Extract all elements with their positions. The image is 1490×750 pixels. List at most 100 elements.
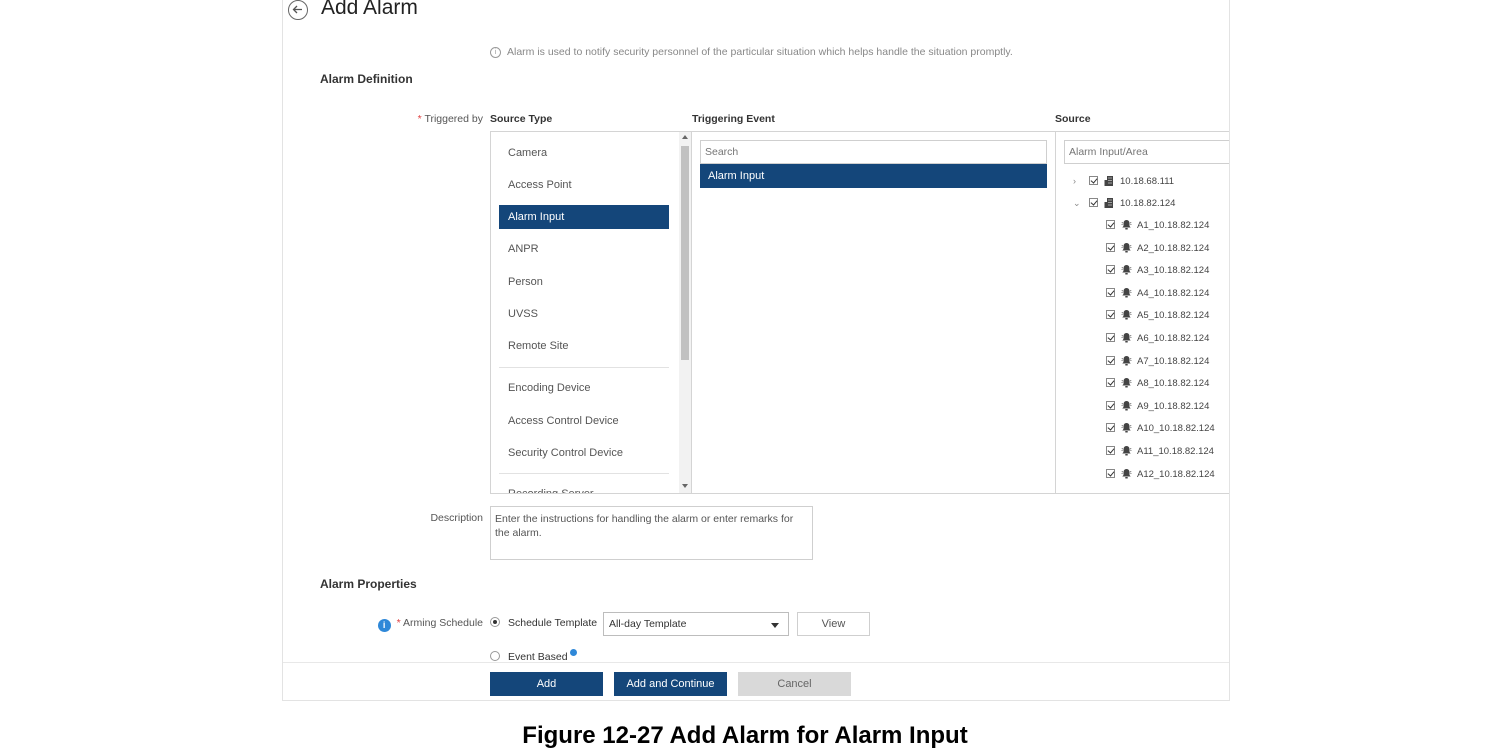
schedule-template-select[interactable]: All-day Template [603,612,789,636]
checkbox[interactable] [1106,400,1115,410]
checkbox[interactable] [1106,242,1115,252]
arming-schedule-label: i * Arming Schedule [283,617,483,632]
list-divider [499,473,669,474]
required-mark: * [417,113,422,125]
footer-bar: Add Add and Continue Cancel [283,662,1229,700]
tree-node-label: A9_10.18.82.124 [1137,400,1210,412]
tree-node-alarm-input[interactable]: A5_10.18.82.124 [1106,306,1209,326]
triggering-event-panel: Alarm Input [691,131,1056,494]
radio-button[interactable] [490,617,500,627]
tree-node-alarm-input[interactable]: A3_10.18.82.124 [1106,261,1209,281]
tree-node-label: 10.18.68.111 [1120,176,1175,187]
tree-node-alarm-input[interactable]: A10_10.18.82.124 [1106,419,1215,439]
source-type-access-point[interactable]: Access Point [499,173,669,197]
cancel-button[interactable]: Cancel [738,672,851,696]
info-icon[interactable] [569,649,577,656]
description-textarea[interactable]: Enter the instructions for handling the … [490,506,813,560]
checkbox[interactable] [1106,333,1115,342]
tree-node-label: A7_10.18.82.124 [1137,355,1210,367]
source-type-encoding-device[interactable]: Encoding Device [499,376,669,400]
select-value: All-day Template [609,618,687,630]
source-type-person[interactable]: Person [499,270,669,294]
info-icon[interactable]: i [377,619,391,632]
tree-node-alarm-input[interactable]: A1_10.18.82.124 [1106,216,1209,236]
source-type-security-control-device[interactable]: Security Control Device [499,441,669,465]
checkbox[interactable] [1106,378,1115,388]
event-search-input[interactable] [700,140,1047,164]
tree-node-label: 10.18.82.124 [1120,198,1176,209]
tree-node-alarm-input[interactable]: A6_10.18.82.124 [1106,329,1209,349]
tree-node-label: A10_10.18.82.124 [1137,423,1215,435]
event-alarm-input[interactable]: Alarm Input [700,164,1047,188]
hint-text: i Alarm is used to notify security person… [490,46,1013,58]
radio-label: Schedule Template [508,617,598,629]
checkbox[interactable] [1106,310,1115,320]
tree-node-alarm-input[interactable]: A4_10.18.82.124 [1106,284,1209,304]
checkbox[interactable] [1106,355,1115,365]
checkbox[interactable] [1089,176,1098,185]
tree-node-device[interactable]: ⌄ 10.18.82.124 [1073,193,1175,213]
tree-node-label: A1_10.18.82.124 [1137,220,1210,231]
source-type-list: Camera Access Point Alarm Input ANPR Per… [490,131,692,494]
checkbox[interactable] [1106,220,1115,229]
tree-node-alarm-input[interactable]: A11_10.18.82.124 [1106,442,1214,462]
section-alarm-definition: Alarm Definition [320,72,413,86]
source-type-scrollbar[interactable] [679,132,691,493]
chevron-down-icon[interactable]: ⌄ [1073,193,1083,213]
source-type-recording-server[interactable]: Recording Server [499,482,669,493]
col-triggering-event: Triggering Event [692,113,775,125]
alarm-bell-icon [1121,241,1132,261]
col-source-type: Source Type [490,113,553,125]
checkbox[interactable] [1106,423,1115,433]
tree-node-alarm-input[interactable]: A12_10.18.82.124 [1106,465,1215,485]
back-button[interactable] [288,0,308,20]
hint-message: Alarm is used to notify security personn… [507,46,1013,58]
arming-schedule-text: Arming Schedule [403,617,483,629]
source-type-anpr[interactable]: ANPR [499,237,669,261]
scroll-thumb[interactable] [681,146,689,360]
add-and-continue-button[interactable]: Add and Continue [614,672,727,696]
tree-node-label: A11_10.18.82.124 [1137,446,1214,457]
alarm-bell-icon [1121,331,1132,351]
source-panel: › 10.18.68.111 ⌄ 10.18.82.124 A1_10.18.82.… [1055,131,1229,494]
source-type-remote-site[interactable]: Remote Site [499,334,669,358]
source-type-uvss[interactable]: UVSS [499,302,669,326]
source-type-camera[interactable]: Camera [499,141,669,165]
checkbox[interactable] [1106,468,1115,478]
description-label: Description [430,512,483,524]
checkbox[interactable] [1089,198,1098,207]
checkbox[interactable] [1106,446,1115,455]
tree-node-label: A12_10.18.82.124 [1137,468,1215,480]
tree-node-alarm-input[interactable]: A8_10.18.82.124 [1106,374,1209,394]
section-alarm-properties: Alarm Properties [320,577,417,591]
alarm-bell-icon [1121,308,1132,328]
tree-node-alarm-input[interactable]: A2_10.18.82.124 [1106,239,1209,259]
building-icon [1104,196,1115,216]
chevron-right-icon[interactable]: › [1073,171,1083,191]
radio-button[interactable] [490,651,500,661]
info-outline-icon: i [490,47,501,58]
checkbox[interactable] [1106,265,1115,275]
alarm-bell-icon [1121,444,1132,464]
source-type-alarm-input[interactable]: Alarm Input [499,205,669,229]
alarm-bell-icon [1121,467,1132,487]
page-title: Add Alarm [321,0,418,19]
tree-node-alarm-input[interactable]: A9_10.18.82.124 [1106,397,1209,417]
source-search-input[interactable] [1064,140,1229,164]
tree-node-device[interactable]: › 10.18.68.111 [1073,171,1174,191]
source-type-access-control-device[interactable]: Access Control Device [499,409,669,433]
add-button[interactable]: Add [490,672,603,696]
add-alarm-window: Add Alarm i Alarm is used to notify secur… [282,0,1230,701]
view-button[interactable]: View [797,612,870,636]
radio-schedule-template[interactable]: Schedule Template [490,617,597,629]
triggered-by-label: * Triggered by [283,113,483,125]
alarm-bell-icon [1121,399,1132,419]
alarm-bell-icon [1121,286,1132,306]
building-icon [1104,174,1115,194]
scroll-down-icon[interactable] [682,484,688,488]
tree-node-label: A3_10.18.82.124 [1137,265,1210,277]
checkbox[interactable] [1106,287,1115,297]
tree-node-alarm-input[interactable]: A7_10.18.82.124 [1106,352,1209,372]
radio-event-based[interactable]: Event Based [490,649,577,663]
scroll-up-icon[interactable] [682,135,688,139]
